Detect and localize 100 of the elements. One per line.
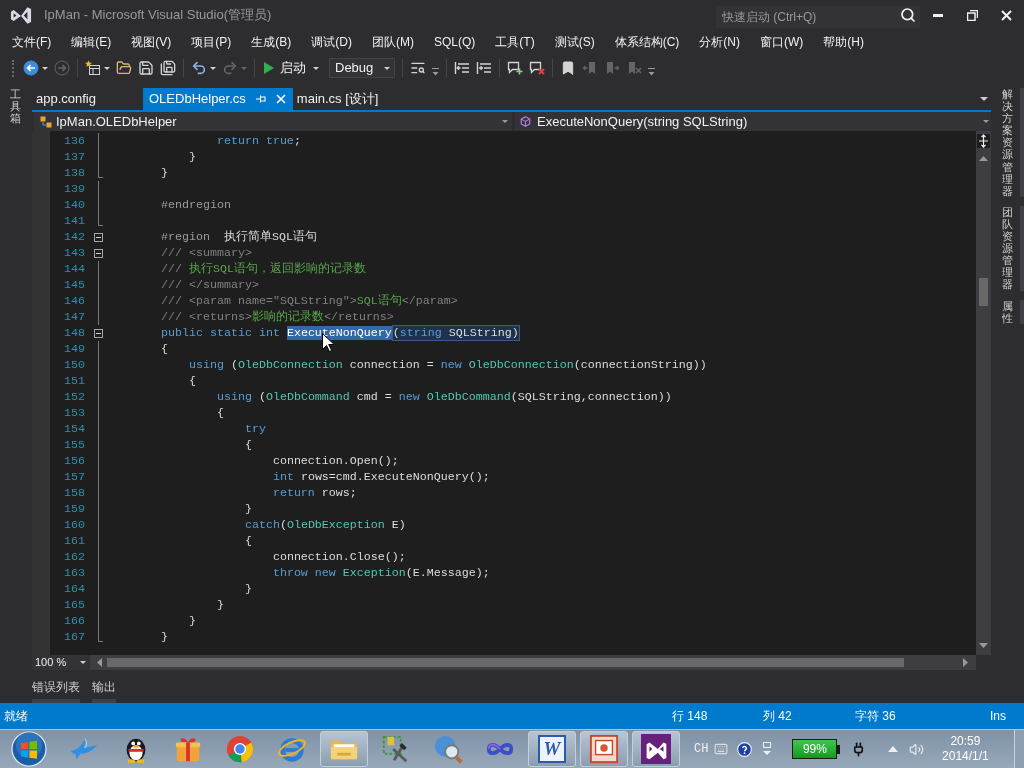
insert-mode-indicator: Ins [990,708,1007,725]
dock-tab[interactable]: 工具箱 [10,88,32,125]
caret-icon[interactable] [983,120,989,123]
comment-remove-icon[interactable] [529,60,545,76]
presentation-icon[interactable] [589,734,619,764]
scroll-thumb[interactable] [107,658,904,667]
ribbon-tile-icon[interactable] [641,734,671,764]
code-line: /// 执行SQL语句，返回影响的记录数 [160,261,366,277]
line-number: 153 [63,405,85,421]
scroll-up-icon[interactable] [979,156,988,161]
line-number: 146 [63,293,85,309]
caret-icon[interactable] [80,661,86,664]
scroll-left-icon[interactable] [97,658,102,667]
code-line: { [244,533,252,549]
caret-icon[interactable] [42,66,48,70]
window-caret-icon[interactable] [761,742,774,756]
taskbar-button[interactable] [632,731,680,767]
code-line: } [216,597,224,613]
close-icon[interactable] [1000,9,1012,21]
open-folder-icon[interactable] [116,60,132,76]
minimize-icon[interactable] [933,13,943,17]
quick-launch-field[interactable]: 快速启动 (Ctrl+Q) [716,6,920,28]
line-number: 141 [63,213,85,229]
menu-item[interactable]: SQL(Q) [424,33,486,51]
outdent-icon[interactable] [454,60,470,76]
character-indicator: 字符 36 [855,708,897,725]
dock-tab[interactable]: 团队资源管理器 [1002,205,1024,291]
code-line: throw new Exception(E.Message); [272,565,490,581]
bookmark-icon[interactable] [560,60,576,76]
scroll-down-icon[interactable] [979,643,988,648]
search-icon[interactable] [900,7,916,23]
collapse-icon[interactable] [94,329,103,338]
line-number: 157 [63,469,85,485]
caret-icon[interactable] [502,120,508,123]
undo-icon[interactable] [191,60,207,76]
line-number: 151 [63,373,85,389]
line-number: 165 [63,597,85,613]
menu-item[interactable]: 窗口(W) [750,33,814,51]
split-icon[interactable] [977,134,990,148]
restore-icon[interactable] [966,9,978,21]
menu-item[interactable]: 测试(S) [544,33,605,51]
collapse-icon[interactable] [94,249,103,258]
new-project-icon[interactable] [85,60,101,76]
save-icon[interactable] [138,60,154,76]
document-tab[interactable]: main.cs [设计] [292,88,404,110]
indent-icon[interactable] [476,60,492,76]
code-line: #endregion [160,197,231,213]
pin-icon[interactable] [255,94,266,104]
caret-icon[interactable] [210,66,216,70]
menu-item[interactable]: 项目(P) [181,33,242,51]
caret-icon[interactable] [980,97,988,101]
code-line: connection.Open(); [272,453,399,469]
vertical-scrollbar[interactable] [976,131,991,655]
document-tab[interactable]: OLEDbHelper.cs [143,88,293,110]
tricolor-circle-icon[interactable] [225,734,255,764]
save-all-icon[interactable] [160,60,176,76]
taskbar-button[interactable] [580,731,628,767]
line-number: 138 [63,165,85,181]
line-number: 164 [63,581,85,597]
menu-item[interactable]: 分析(N) [689,33,750,51]
menu-item[interactable]: 生成(B) [241,33,302,51]
toolbar-grip[interactable] [12,59,15,77]
run-button[interactable]: 启动 [262,58,308,78]
caret-icon[interactable] [104,66,110,70]
toolbar-options-icon[interactable] [432,68,439,76]
w-tile[interactable]: W [538,735,566,763]
collapse-icon[interactable] [94,233,103,242]
text-search-icon[interactable] [410,60,426,76]
window-title: IpMan - Microsoft Visual Studio(管理员) [44,6,272,25]
horizontal-scrollbar[interactable] [90,655,976,670]
scroll-thumb[interactable] [979,278,988,306]
menu-item[interactable]: 视图(V) [121,33,182,51]
comment-add-icon[interactable] [507,60,523,76]
menu-item[interactable]: 团队(M) [362,33,424,51]
menu-item[interactable]: 体系结构(C) [604,33,690,51]
menu-item[interactable]: 工具(T) [485,33,545,51]
dock-tab[interactable]: 解决方案资源管理器 [1002,88,1024,197]
code-line: #region 执行简单SQL语句 [160,229,317,245]
scroll-right-icon[interactable] [963,658,968,667]
configuration-dropdown[interactable]: Debug [329,58,395,78]
toolbar-options-icon[interactable] [648,68,655,76]
menu-item[interactable]: 帮助(H) [813,33,874,51]
dock-tab[interactable]: 属性 [1002,299,1024,324]
code-line: /// <param name="SQLString">SQL语句</param> [160,293,458,309]
member-dropdown[interactable]: ExecuteNonQuery(string SQLString) [515,112,991,131]
magnifier-icon[interactable] [433,734,463,764]
help-icon[interactable] [737,741,753,757]
line-number: 158 [63,485,85,501]
status-message: 就绪 [3,708,28,725]
zoom-dropdown[interactable]: 100 % [32,655,90,670]
document-tab[interactable]: app.config [32,88,143,110]
menu-item[interactable]: 编辑(E) [61,33,122,51]
menu-item[interactable]: 调试(D) [301,33,362,51]
start-button[interactable] [11,731,47,767]
caret-icon[interactable] [384,66,390,70]
code-line: { [216,405,224,421]
type-dropdown[interactable]: IpMan.OLEDbHelper [34,112,512,131]
menu-item[interactable]: 文件(F) [2,33,62,51]
taskbar-button[interactable]: W [528,731,576,767]
caret-icon[interactable] [313,66,319,70]
